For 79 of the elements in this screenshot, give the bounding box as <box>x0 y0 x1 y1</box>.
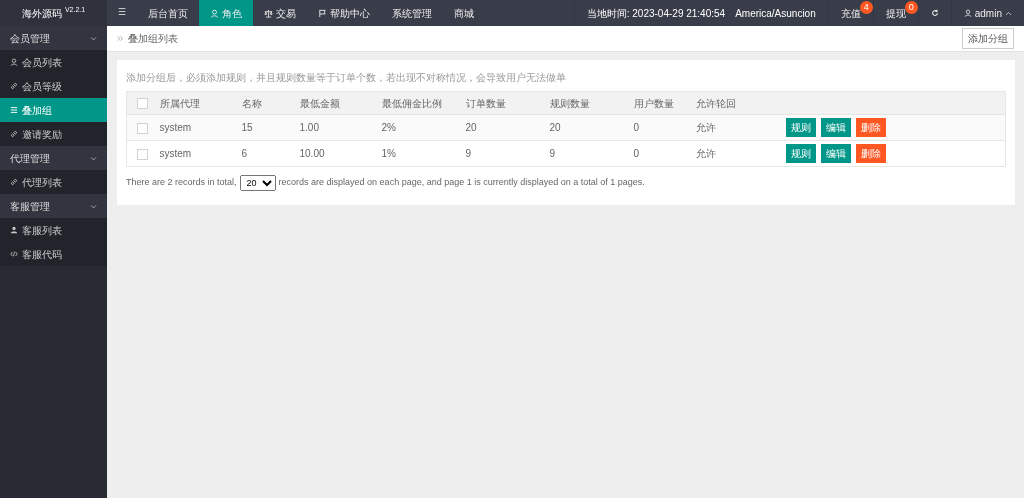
sidebar-item[interactable]: 会员等级 <box>0 74 107 98</box>
link-icon <box>10 82 18 90</box>
action-button[interactable]: 编辑 <box>820 118 851 137</box>
nav-tab[interactable]: 帮助中心 <box>307 0 381 26</box>
chevron-icon <box>90 202 97 210</box>
user-icon <box>210 8 219 18</box>
table-cell: system <box>159 148 192 159</box>
sidebar-group[interactable]: 会员管理 <box>0 26 107 50</box>
table-cell: 允许 <box>695 148 716 159</box>
user-icon <box>10 58 18 66</box>
column-header: 最低佣金比例 <box>380 91 465 115</box>
sidebar-group[interactable]: 客服管理 <box>0 194 107 218</box>
nav-tab[interactable]: 交易 <box>253 0 307 26</box>
column-header: 订单数量 <box>464 91 549 115</box>
caret-icon <box>1005 9 1012 17</box>
user-menu[interactable]: admin <box>963 5 1012 21</box>
nav-link[interactable]: 充值 <box>840 5 861 21</box>
table-cell: 10.00 <box>299 148 325 159</box>
row-checkbox[interactable] <box>137 122 149 134</box>
nav-link[interactable]: 提现 <box>885 5 906 21</box>
table-cell: 9 <box>549 148 556 159</box>
table-cell: 20 <box>549 122 561 133</box>
sidebar-item[interactable]: 邀请奖励 <box>0 122 107 146</box>
hint-text: 添加分组后，必须添加规则，并且规则数量等于订单个数，若出现不对称情况，会导致用户无法做单 <box>126 71 567 85</box>
column-header: 规则数量 <box>548 91 633 115</box>
sidebar-item[interactable]: 客服代码 <box>0 242 107 266</box>
action-button[interactable]: 规则 <box>785 118 816 137</box>
page-size-select[interactable]: 20 <box>239 175 276 191</box>
table-cell: 允许 <box>695 122 716 133</box>
sidebar-item[interactable]: 客服列表 <box>0 218 107 242</box>
chevron-right-icon <box>117 35 124 42</box>
pager-text: records are displayed on each page, and page 1 is currently displayed on a total of 1 pages. <box>278 176 645 190</box>
chevron-icon <box>90 34 97 42</box>
column-header: 最低金额 <box>298 91 381 115</box>
table-cell: 6 <box>241 148 248 159</box>
chevron-icon <box>90 154 97 162</box>
sidebar-group[interactable]: 代理管理 <box>0 146 107 170</box>
column-header: 所属代理 <box>158 91 241 115</box>
user-icon <box>963 9 972 17</box>
table-cell: 0 <box>633 148 640 159</box>
table-cell: 15 <box>241 122 253 133</box>
timezone-label: America/Asuncion <box>735 6 816 21</box>
refresh-icon <box>930 9 939 17</box>
table-cell: 1% <box>381 148 396 159</box>
brand-name: 海外源码 <box>21 6 62 21</box>
sidebar-item[interactable]: 代理列表 <box>0 170 107 194</box>
table-cell: 9 <box>465 148 472 159</box>
local-time: 当地时间: 2023-04-29 21:40:54 <box>586 6 726 21</box>
row-checkbox[interactable] <box>137 148 149 160</box>
column-header: 允许轮回 <box>694 91 785 115</box>
breadcrumb-text: 叠加组列表 <box>128 32 178 46</box>
nav-tab[interactable]: 系统管理 <box>381 0 443 26</box>
sidebar-item[interactable]: 会员列表 <box>0 50 107 74</box>
list-icon <box>10 106 18 114</box>
link-icon <box>10 178 18 186</box>
table-cell: 2% <box>381 122 396 133</box>
sidebar-item[interactable]: 叠加组 <box>0 98 107 122</box>
menu-toggle[interactable]: ☰ <box>107 0 137 26</box>
action-button[interactable]: 规则 <box>785 144 816 163</box>
select-all-checkbox[interactable] <box>137 98 149 110</box>
nav-tab[interactable]: 后台首页 <box>137 0 199 26</box>
table-cell: 1.00 <box>299 122 319 133</box>
table-cell: 0 <box>633 122 640 133</box>
table-cell: 20 <box>465 122 477 133</box>
refresh-button[interactable] <box>930 9 939 17</box>
column-header: 名称 <box>240 91 299 115</box>
add-group-button[interactable]: 添加分组 <box>962 28 1014 49</box>
nav-tab[interactable]: 商城 <box>443 0 485 26</box>
users-icon <box>10 226 18 234</box>
count-badge: 0 <box>904 1 918 14</box>
column-header: 用户数量 <box>632 91 695 115</box>
link-icon <box>10 130 18 138</box>
table-cell: system <box>159 122 192 133</box>
code-icon <box>10 250 18 258</box>
pager-text: There are 2 records in total, <box>126 176 237 190</box>
count-badge: 4 <box>859 1 873 14</box>
scale-icon <box>264 8 273 18</box>
action-button[interactable]: 编辑 <box>820 144 851 163</box>
flag-icon <box>318 8 327 18</box>
